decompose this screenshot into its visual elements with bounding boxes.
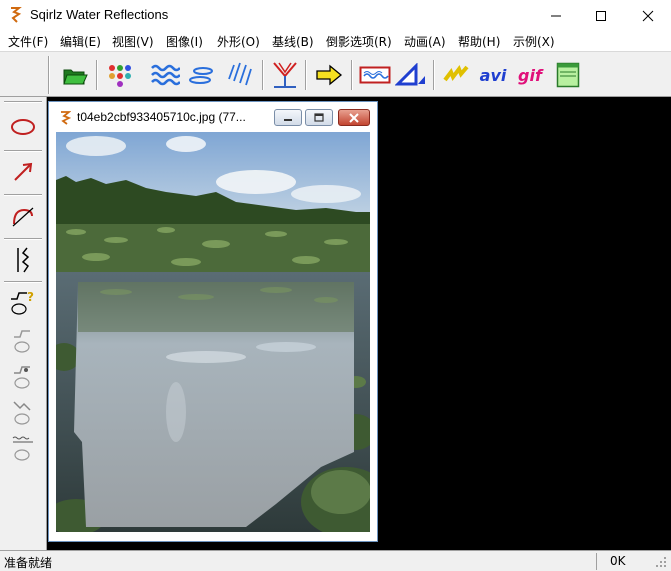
- close-button[interactable]: [625, 0, 671, 31]
- toolbar-grip[interactable]: [48, 56, 50, 94]
- zigzag-line-icon: [17, 247, 30, 273]
- image-window[interactable]: t04eb2cbf933405710c.jpg (77...: [48, 101, 378, 542]
- toolbar-separator: [305, 60, 307, 90]
- shape-tool-4[interactable]: [6, 431, 40, 467]
- open-folder-icon: [63, 69, 88, 85]
- menu-image[interactable]: 图像(I): [166, 31, 203, 51]
- minimize-icon: [551, 15, 561, 16]
- next-button[interactable]: [312, 58, 346, 92]
- toolbar: avi gif: [0, 51, 671, 97]
- app-icon: [11, 7, 22, 23]
- image-window-title: t04eb2cbf933405710c.jpg (77...: [77, 110, 246, 124]
- ellipse-tool[interactable]: [6, 109, 40, 145]
- maximize-icon: [596, 10, 606, 21]
- panel-button[interactable]: [551, 58, 585, 92]
- panel-icon: [556, 62, 580, 88]
- image-window-restore-button[interactable]: [305, 109, 333, 126]
- ripples-icon: [189, 67, 213, 84]
- minimize-button[interactable]: [533, 0, 579, 31]
- shape-2-icon: [14, 366, 30, 389]
- baseline-button[interactable]: [268, 58, 302, 92]
- zigzag-button[interactable]: [440, 58, 474, 92]
- shape-3-icon: [13, 401, 31, 425]
- gif-icon: gif: [518, 65, 542, 85]
- image-window-icon: [61, 111, 71, 125]
- shape-toolbar: ?: [0, 97, 47, 550]
- lake-photo: [56, 132, 370, 532]
- restore-icon: [314, 113, 324, 122]
- status-separator: [596, 553, 597, 570]
- shape-help-icon: ?: [11, 290, 34, 315]
- shape-help-tool[interactable]: ?: [6, 285, 40, 321]
- tool-separator: [4, 238, 42, 240]
- shape-tool-1[interactable]: [6, 322, 40, 358]
- menu-examples[interactable]: 示例(X): [513, 31, 555, 51]
- arrow-icon: [14, 162, 33, 181]
- image-frame-icon: [359, 66, 391, 84]
- menu-help[interactable]: 帮助(H): [458, 31, 500, 51]
- menu-shape[interactable]: 外形(O): [217, 31, 260, 51]
- ripples-button[interactable]: [186, 58, 220, 92]
- image-window-minimize-button[interactable]: [274, 109, 302, 126]
- image-canvas[interactable]: [56, 132, 370, 532]
- baseline-icon: [273, 62, 297, 88]
- title-bar: Sqirlz Water Reflections: [0, 0, 671, 31]
- tool-separator: [4, 281, 42, 283]
- svg-text:?: ?: [27, 290, 34, 304]
- ellipse-icon: [11, 119, 35, 135]
- image-frame-button[interactable]: [358, 58, 392, 92]
- image-window-close-button[interactable]: [338, 109, 370, 126]
- curve-icon: [12, 207, 34, 227]
- menu-reflection-options[interactable]: 倒影选项(R): [326, 31, 392, 51]
- menu-bar: 文件(F) 编辑(E) 视图(V) 图像(I) 外形(O) 基线(B) 倒影选项…: [0, 31, 671, 51]
- dots-button[interactable]: [103, 58, 137, 92]
- toolbar-separator: [351, 60, 353, 90]
- triangle-button[interactable]: [394, 58, 428, 92]
- maximize-button[interactable]: [578, 0, 624, 31]
- shape-1-icon: [14, 330, 30, 353]
- menu-baseline[interactable]: 基线(B): [272, 31, 314, 51]
- close-icon: [349, 112, 359, 123]
- close-icon: [642, 10, 654, 21]
- dots-icon: [109, 65, 131, 87]
- shape-toolbar-grip[interactable]: [4, 101, 42, 103]
- menu-file[interactable]: 文件(F): [8, 31, 48, 51]
- curve-tool[interactable]: [6, 198, 40, 234]
- toolbar-separator: [96, 60, 98, 90]
- status-memory: 0K: [610, 554, 626, 568]
- waves-icon: [151, 64, 180, 86]
- open-button[interactable]: [58, 58, 92, 92]
- arrow-tool[interactable]: [6, 154, 40, 190]
- menu-view[interactable]: 视图(V): [112, 31, 154, 51]
- shape-tool-3[interactable]: [6, 395, 40, 431]
- minimize-icon: [284, 118, 292, 121]
- gif-button[interactable]: gif: [513, 58, 547, 92]
- toolbar-separator: [433, 60, 435, 90]
- status-bar: 准备就绪 0K: [0, 550, 671, 571]
- arrow-right-icon: [316, 64, 343, 86]
- resize-grip-icon[interactable]: [655, 556, 667, 568]
- rain-icon: [228, 62, 252, 86]
- zigzag-line-tool[interactable]: [6, 242, 40, 278]
- tool-separator: [4, 194, 42, 196]
- status-message: 准备就绪: [4, 556, 53, 570]
- rain-button[interactable]: [223, 58, 257, 92]
- zigzag-icon: [443, 64, 469, 82]
- shape-4-icon: [12, 436, 33, 461]
- avi-button[interactable]: avi: [476, 58, 510, 92]
- toolbar-separator: [262, 60, 264, 90]
- avi-icon: avi: [479, 65, 507, 85]
- menu-edit[interactable]: 编辑(E): [60, 31, 101, 51]
- app-title: Sqirlz Water Reflections: [30, 7, 169, 22]
- waves-button[interactable]: [148, 58, 182, 92]
- menu-animation[interactable]: 动画(A): [404, 31, 446, 51]
- tool-separator: [4, 150, 42, 152]
- app-window: Sqirlz Water Reflections 文件(F) 编辑(E) 视图(…: [0, 0, 671, 571]
- image-window-title-bar[interactable]: t04eb2cbf933405710c.jpg (77...: [49, 102, 377, 132]
- triangle-icon: [395, 63, 425, 86]
- shape-tool-2[interactable]: [6, 359, 40, 395]
